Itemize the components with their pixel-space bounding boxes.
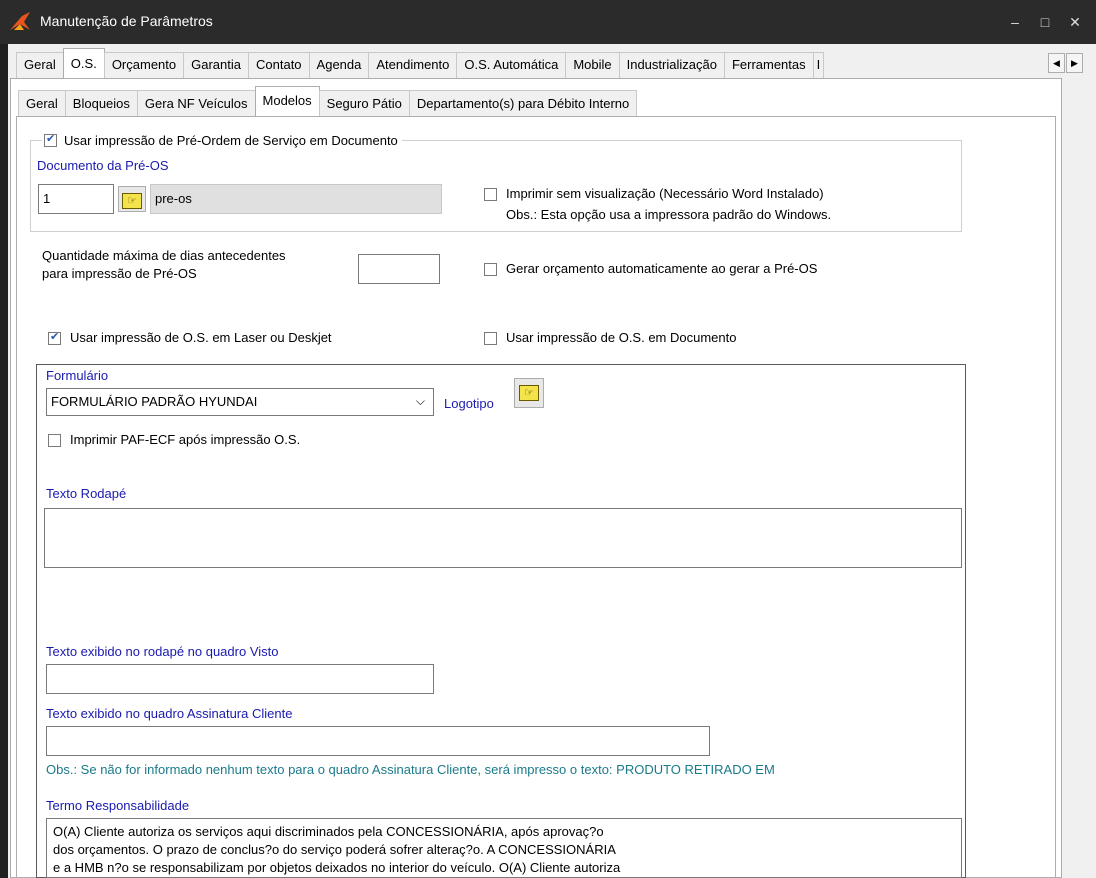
- subtab-gera-nf-veiculos[interactable]: Gera NF Veículos: [136, 90, 256, 116]
- subtab-bloqueios[interactable]: Bloqueios: [64, 90, 138, 116]
- form-select-value: FORMULÁRIO PADRÃO HYUNDAI: [51, 394, 258, 409]
- assinatura-label: Texto exibido no quadro Assinatura Clien…: [46, 706, 293, 721]
- footer-text-label: Texto Rodapé: [46, 486, 127, 501]
- main-tab-strip: Geral O.S. Orçamento Garantia Contato Ag…: [16, 48, 825, 78]
- termo-line: dos orçamentos. O prazo de conclus?o do …: [53, 842, 616, 857]
- preos-doc-name-field: pre-os: [150, 184, 442, 214]
- termo-line: e a HMB n?o se responsabilizam por objet…: [53, 860, 621, 875]
- use-preos-label: Usar impressão de Pré-Ordem de Serviço e…: [64, 133, 398, 148]
- subtab-modelos[interactable]: Modelos: [254, 86, 320, 116]
- use-preos-checkbox[interactable]: [44, 132, 57, 147]
- tab-orcamento[interactable]: Orçamento: [103, 52, 185, 78]
- tab-os[interactable]: O.S.: [62, 48, 105, 78]
- title-bar: Manutenção de Parâmetros ‒ □ ✕: [0, 0, 1096, 44]
- logo-lookup-button[interactable]: ☞: [514, 378, 544, 408]
- laser-label: Usar impressão de O.S. em Laser ou Deskj…: [70, 330, 332, 345]
- maximize-button[interactable]: □: [1030, 10, 1060, 34]
- termo-text-area[interactable]: O(A) Cliente autoriza os serviços aqui d…: [46, 818, 962, 878]
- form-label: Formulário: [46, 368, 109, 383]
- form-select[interactable]: FORMULÁRIO PADRÃO HYUNDAI ⌵: [46, 388, 434, 416]
- window-left-edge: [0, 44, 8, 878]
- max-days-input[interactable]: [358, 254, 440, 284]
- print-no-preview-checkbox[interactable]: [484, 188, 497, 201]
- pointing-hand-icon: ☞: [519, 385, 539, 401]
- preos-group-header: Usar impressão de Pré-Ordem de Serviço e…: [42, 132, 402, 150]
- tab-agenda[interactable]: Agenda: [308, 52, 370, 78]
- preos-doc-label: Documento da Pré-OS: [37, 158, 169, 173]
- tab-scroll-right-icon[interactable]: ▶: [1066, 53, 1083, 73]
- app-logo-icon: [10, 12, 30, 30]
- footer-text-area[interactable]: [44, 508, 962, 568]
- close-button[interactable]: ✕: [1060, 10, 1090, 34]
- os-doc-label: Usar impressão de O.S. em Documento: [506, 330, 737, 345]
- tab-truncated[interactable]: I: [812, 52, 825, 78]
- preos-doc-code-input[interactable]: 1: [38, 184, 114, 214]
- gen-budget-checkbox[interactable]: [484, 263, 497, 276]
- tab-scroll-left-icon[interactable]: ◀: [1048, 53, 1065, 73]
- print-no-preview-label: Imprimir sem visualização (Necessário Wo…: [506, 186, 824, 201]
- printer-note: Obs.: Esta opção usa a impressora padrão…: [506, 207, 832, 222]
- max-days-label-2: para impressão de Pré-OS: [42, 266, 197, 281]
- subtab-geral[interactable]: Geral: [18, 90, 66, 116]
- tab-ferramentas[interactable]: Ferramentas: [723, 52, 814, 78]
- laser-checkbox[interactable]: [48, 330, 61, 345]
- termo-line: O(A) Cliente autoriza os serviços aqui d…: [53, 824, 604, 839]
- assinatura-note: Obs.: Se não for informado nenhum texto …: [46, 762, 775, 777]
- tab-garantia[interactable]: Garantia: [183, 52, 249, 78]
- os-doc-checkbox[interactable]: [484, 332, 497, 345]
- chevron-down-icon: ⌵: [415, 394, 425, 408]
- pointing-hand-icon: ☞: [122, 193, 142, 209]
- assinatura-input[interactable]: [46, 726, 710, 756]
- sub-tab-strip: Geral Bloqueios Gera NF Veículos Modelos…: [18, 86, 638, 116]
- subtab-departamentos[interactable]: Departamento(s) para Débito Interno: [408, 90, 638, 116]
- tab-industrializacao[interactable]: Industrialização: [618, 52, 725, 78]
- minimize-button[interactable]: ‒: [1000, 10, 1030, 34]
- tab-contato[interactable]: Contato: [248, 52, 310, 78]
- paf-checkbox[interactable]: [48, 434, 61, 447]
- max-days-label-1: Quantidade máxima de dias antecedentes: [42, 248, 286, 263]
- gen-budget-label: Gerar orçamento automaticamente ao gerar…: [506, 261, 818, 276]
- tab-geral[interactable]: Geral: [16, 52, 64, 78]
- preos-doc-lookup-button[interactable]: ☞: [118, 186, 146, 212]
- tab-mobile[interactable]: Mobile: [565, 52, 620, 78]
- visto-input[interactable]: [46, 664, 434, 694]
- tab-os-automatica[interactable]: O.S. Automática: [456, 52, 567, 78]
- subtab-seguro-patio[interactable]: Seguro Pátio: [318, 90, 410, 116]
- visto-label: Texto exibido no rodapé no quadro Visto: [46, 644, 279, 659]
- paf-label: Imprimir PAF-ECF após impressão O.S.: [70, 432, 301, 447]
- window-title: Manutenção de Parâmetros: [40, 13, 213, 29]
- tab-atendimento[interactable]: Atendimento: [368, 52, 458, 78]
- logo-label: Logotipo: [444, 396, 494, 411]
- termo-label: Termo Responsabilidade: [46, 798, 190, 813]
